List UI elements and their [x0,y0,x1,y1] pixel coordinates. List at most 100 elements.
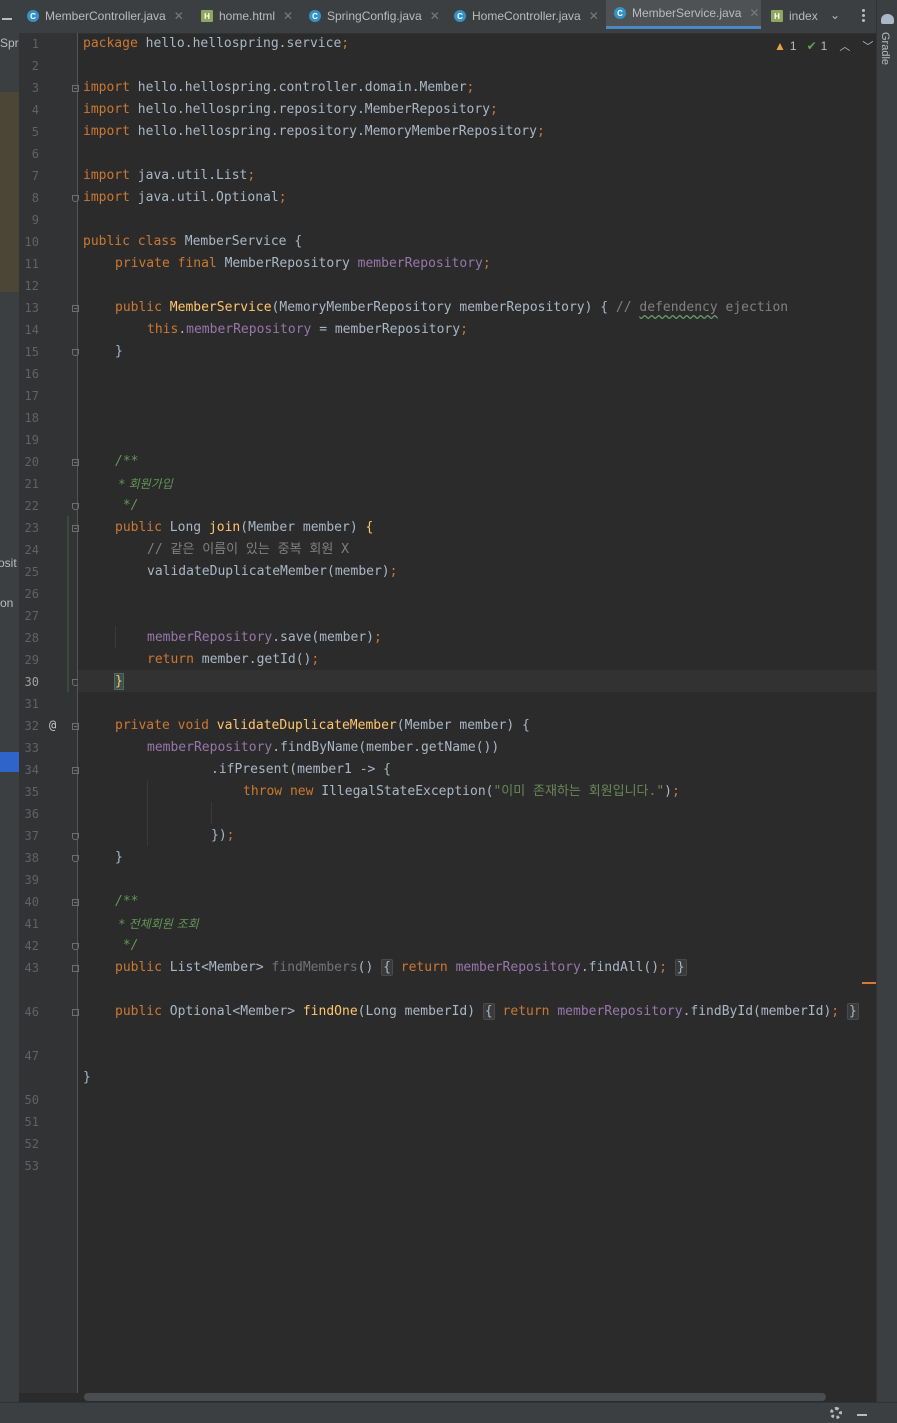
line-number[interactable]: 28 [19,627,39,649]
line-number[interactable]: 39 [19,869,39,891]
code-line: import java.util.Optional; [83,190,287,205]
folded-region[interactable]: { [482,1003,495,1020]
line-number[interactable]: 14 [19,319,39,341]
editor-gutter[interactable]: @ 1 2 3 4 5 6 7 8 9 10 11 12 13 14 15 16 17 18 19 20 21 22 23 2… [19,33,79,1393]
line-number[interactable]: 12 [19,275,39,297]
line-number[interactable]: 8 [19,187,39,209]
code-line: import hello.hellospring.controller.doma… [83,80,475,95]
line-number[interactable]: 31 [19,693,39,715]
project-pane-image-fragment [0,92,19,292]
line-number[interactable]: 42 [19,935,39,957]
line-number[interactable]: 19 [19,429,39,451]
more-options-icon[interactable] [862,9,866,23]
code-line: validateDuplicateMember(member); [147,564,398,579]
override-marker-icon[interactable]: @ [49,714,61,736]
line-number[interactable]: 53 [19,1155,39,1177]
warning-icon: ▲ [774,39,786,53]
close-icon[interactable]: ✕ [749,6,759,20]
line-number[interactable]: 22 [19,495,39,517]
line-number[interactable]: 47 [19,1045,39,1067]
folded-region[interactable]: } [846,1003,859,1020]
line-number[interactable]: 20 [19,451,39,473]
inspection-widget[interactable]: ▲ 1 ✔ 1 ︿ ﹀ [774,37,873,55]
line-number[interactable]: 26 [19,583,39,605]
line-number[interactable]: 18 [19,407,39,429]
line-number[interactable]: 9 [19,209,39,231]
chevron-up-icon[interactable]: ︿ [839,38,850,54]
gear-icon[interactable] [830,1407,842,1419]
chevron-down-icon[interactable]: ⌄ [830,8,844,22]
line-number[interactable]: 38 [19,847,39,869]
line-number[interactable]: 40 [19,891,39,913]
line-number[interactable]: 21 [19,473,39,495]
code-line: /** [115,454,139,469]
horizontal-scrollbar[interactable] [84,1393,826,1401]
line-number[interactable]: 36 [19,803,39,825]
folded-region[interactable]: { [381,959,393,976]
line-number[interactable]: 11 [19,253,39,275]
close-icon[interactable]: ✕ [589,9,599,23]
line-number[interactable]: 33 [19,737,39,759]
code-line: import hello.hellospring.repository.Memb… [83,102,498,117]
gradle-icon[interactable] [881,14,894,24]
line-number[interactable]: 46 [19,1001,39,1023]
minimize-icon[interactable] [857,1414,867,1416]
text-caret [122,673,124,690]
close-icon[interactable]: ✕ [430,9,440,23]
line-number[interactable]: 13 [19,297,39,319]
code-line: throw new IllegalStateException("이미 존재하는… [243,784,680,799]
gradle-tool-button[interactable]: Gradle [879,32,891,65]
project-pane-text: osit [0,556,17,570]
line-number[interactable]: 5 [19,121,39,143]
right-tool-strip: Gradle [876,0,897,1422]
line-number[interactable]: 23 [19,517,39,539]
indent-guide [115,626,116,648]
line-number[interactable]: 51 [19,1111,39,1133]
line-number[interactable]: 10 [19,231,39,253]
tab-index[interactable]: H index [771,0,821,32]
close-icon[interactable]: ✕ [283,9,293,23]
error-stripe-marker[interactable] [862,982,876,984]
tab-home-html[interactable]: H home.html ✕ [201,0,301,32]
line-number[interactable]: 32 [19,715,39,737]
line-number[interactable]: 7 [19,165,39,187]
line-number[interactable]: 4 [19,99,39,121]
project-pane-strip[interactable]: Spr osit on [0,0,19,1422]
line-number[interactable]: 6 [19,143,39,165]
line-number[interactable]: 2 [19,55,39,77]
line-number[interactable]: 15 [19,341,39,363]
folded-region[interactable]: } [674,959,687,976]
indent-guide [211,802,212,824]
line-number[interactable]: 24 [19,539,39,561]
code-line: * 전체회원 조회 [115,917,199,931]
tab-homecontroller[interactable]: C HomeController.java ✕ [454,0,606,32]
code-line: */ [115,498,139,513]
line-number[interactable]: 30 [19,671,39,693]
line-number[interactable]: 29 [19,649,39,671]
line-number[interactable]: 37 [19,825,39,847]
line-number[interactable]: 34 [19,759,39,781]
code-editor[interactable]: package hello.hellospring.service; impor… [78,33,876,1393]
line-number[interactable]: 17 [19,385,39,407]
line-number[interactable]: 16 [19,363,39,385]
line-number[interactable]: 25 [19,561,39,583]
minimize-pane-icon[interactable] [2,18,12,20]
line-number[interactable]: 41 [19,913,39,935]
tab-membercontroller[interactable]: C MemberController.java ✕ [27,0,197,32]
line-number[interactable]: 52 [19,1133,39,1155]
tab-springconfig[interactable]: C SpringConfig.java ✕ [309,0,444,32]
java-class-icon: C [614,7,626,19]
line-number[interactable]: 27 [19,605,39,627]
vcs-change-marker[interactable] [67,516,69,692]
line-number[interactable]: 43 [19,957,39,979]
tab-label: MemberService.java [632,6,742,20]
close-icon[interactable]: ✕ [174,9,184,23]
line-number[interactable]: 50 [19,1089,39,1111]
line-number[interactable]: 35 [19,781,39,803]
chevron-down-icon[interactable]: ﹀ [862,38,873,54]
line-number[interactable]: 3 [19,77,39,99]
code-line: public List<Member> findMembers() { retu… [115,959,687,976]
tab-memberservice[interactable]: C MemberService.java ✕ [606,0,761,29]
line-number[interactable]: 1 [19,33,39,55]
code-line: private final MemberRepository memberRep… [115,256,491,271]
